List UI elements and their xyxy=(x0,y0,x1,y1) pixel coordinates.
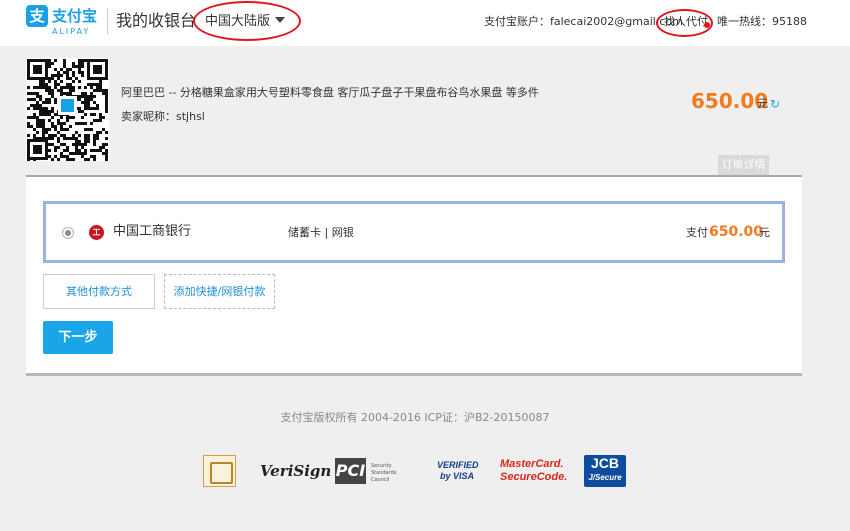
qr-code-icon xyxy=(26,58,109,161)
jcb-line2: J/Secure xyxy=(588,473,622,482)
refresh-icon[interactable]: ↻ xyxy=(770,97,780,111)
hotline-label: 唯一热线： xyxy=(717,15,772,28)
qr-code[interactable] xyxy=(26,58,109,161)
jcb-line1: JCB xyxy=(590,455,619,471)
highlight-dot xyxy=(704,22,710,28)
order-currency: 元 xyxy=(757,97,768,110)
product-title: 阿里巴巴 -- 分格糖果盒家用大号塑料零食盘 客厅瓜子盘子干果盘布谷鸟水果盘 等… xyxy=(121,86,539,99)
highlight-circle-region xyxy=(193,1,301,41)
mc-line2: SecureCode. xyxy=(500,471,568,483)
bank-radio[interactable] xyxy=(62,227,74,239)
pci-badge[interactable]: PCI Security Standards Council xyxy=(335,455,413,487)
verified-by-visa-badge[interactable]: VERIFIED by VISA xyxy=(437,455,479,487)
top-header: 支 支付宝 ALIPAY 我的收银台 中国大陆版 支付宝账户：falecai20… xyxy=(0,0,850,46)
account-info: 支付宝账户：falecai2002@gmail.com xyxy=(484,14,683,30)
logo-text-en: ALIPAY xyxy=(52,27,91,36)
add-quick-payment-button[interactable]: 添加快捷/网银付款 xyxy=(164,274,275,309)
mastercard-securecode-badge[interactable]: MasterCard. SecureCode. xyxy=(500,455,568,487)
alipay-logo[interactable]: 支 支付宝 ALIPAY xyxy=(26,5,100,39)
pay-unit: 元 xyxy=(759,226,770,239)
pci-logo: PCI xyxy=(335,458,366,484)
seller-info: 卖家昵称：stjhsl xyxy=(121,109,205,125)
bank-option-icbc[interactable]: 工 中国工商银行 储蓄卡 | 网银 支付 650.00 元 xyxy=(43,201,785,263)
page-title: 我的收银台 xyxy=(116,11,197,30)
bank-name: 中国工商银行 xyxy=(113,224,192,239)
copyright-text: 支付宝版权所有 2004-2016 ICP证：沪B2-20150087 xyxy=(280,411,550,424)
verisign-badge[interactable]: VeriSign xyxy=(260,455,331,487)
account-label: 支付宝账户： xyxy=(484,15,550,28)
visa-line1: VERIFIED xyxy=(437,460,479,470)
pay-amount: 650.00 xyxy=(709,224,764,240)
pay-label: 支付 xyxy=(686,226,708,239)
other-payment-methods-button[interactable]: 其他付款方式 xyxy=(43,274,155,309)
pci-subtitle: Security Standards Council xyxy=(371,463,397,483)
seller-name: stjhsl xyxy=(176,110,205,123)
payment-panel: 工 中国工商银行 储蓄卡 | 网银 支付 650.00 元 其他付款方式 添加快… xyxy=(26,175,802,376)
alipay-logo-icon: 支 xyxy=(26,5,48,27)
seller-label: 卖家昵称： xyxy=(121,110,176,123)
certification-seal-icon[interactable] xyxy=(203,455,236,487)
next-step-button[interactable]: 下一步 xyxy=(43,321,113,354)
visa-line2: by VISA xyxy=(439,471,474,481)
card-type: 储蓄卡 | 网银 xyxy=(288,226,354,239)
hotline: 唯一热线：95188 xyxy=(717,14,807,30)
order-details-tab[interactable]: 订单详情 xyxy=(718,155,769,175)
jcb-jsecure-badge[interactable]: JCB J/Secure xyxy=(584,455,626,487)
mc-line1: MasterCard. xyxy=(500,458,564,470)
logo-text-cn: 支付宝 xyxy=(52,7,98,25)
header-divider xyxy=(107,8,108,34)
hotline-number: 95188 xyxy=(772,15,807,28)
icbc-logo-icon: 工 xyxy=(89,225,104,240)
